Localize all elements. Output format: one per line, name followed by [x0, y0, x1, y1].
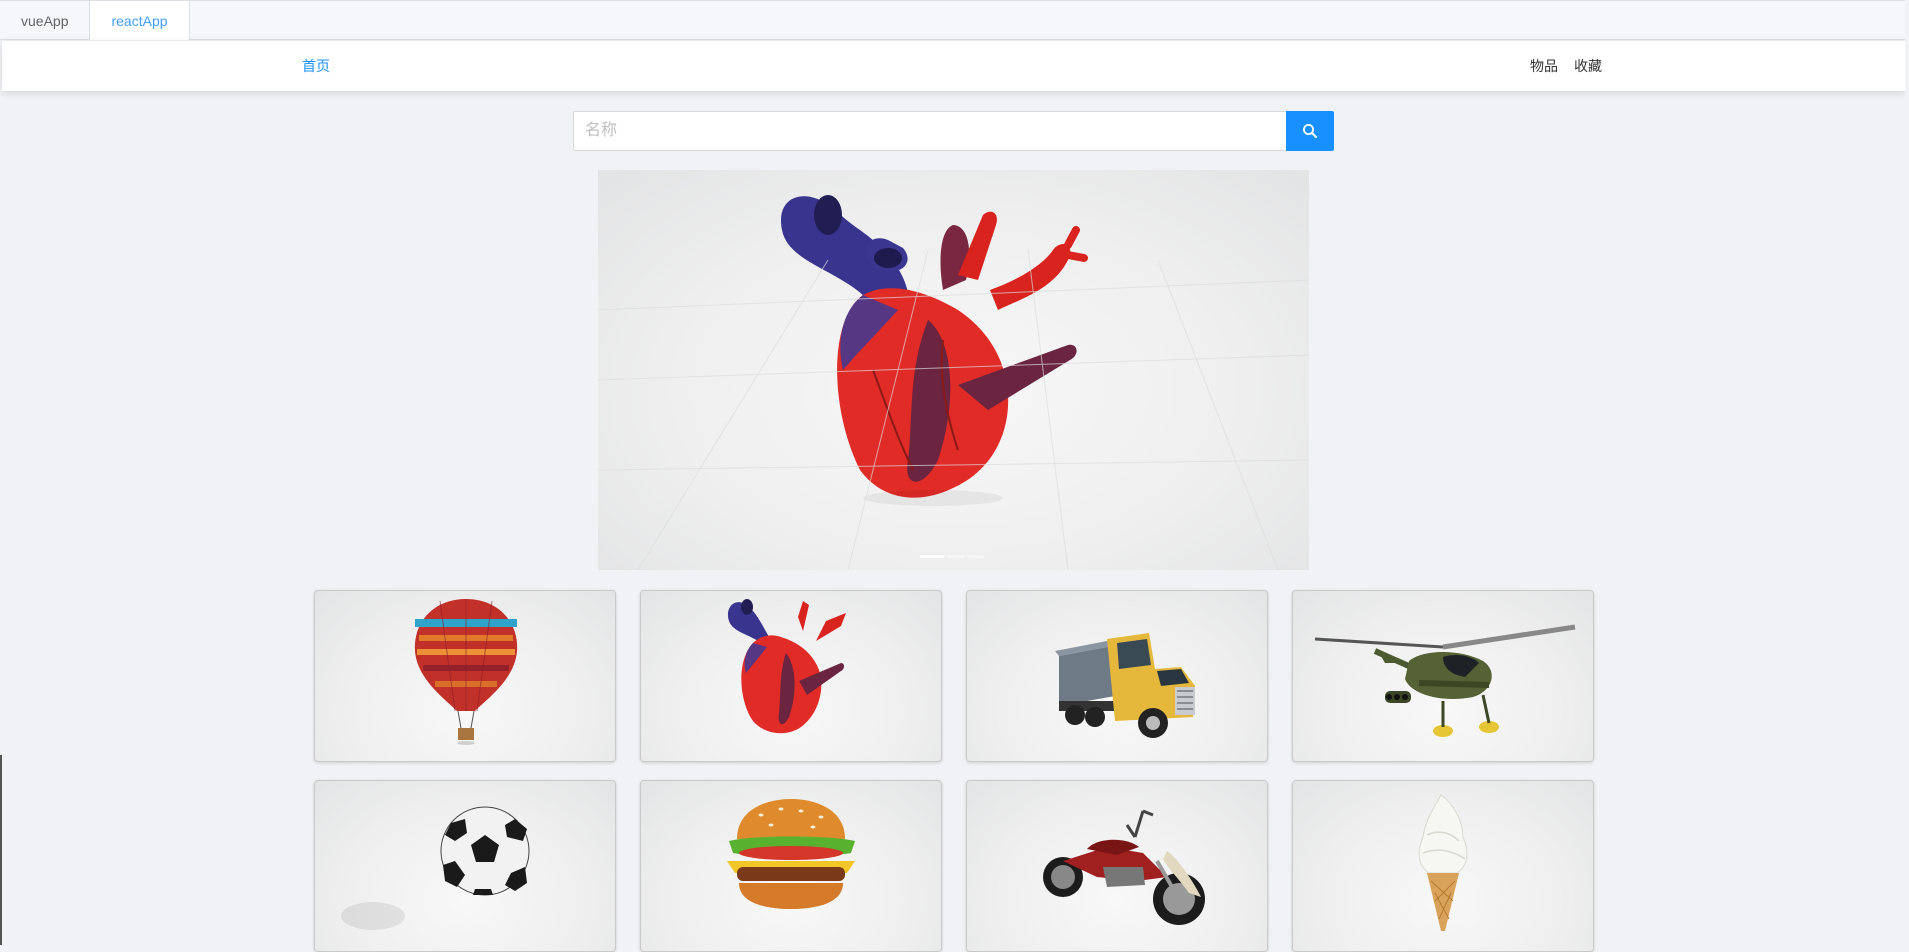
hamburger-image: [727, 799, 855, 909]
page-scrollbar[interactable]: [1905, 0, 1909, 945]
nav-items-link[interactable]: 物品: [1530, 56, 1558, 76]
dump-truck-image: [1055, 633, 1195, 738]
nav-favorites-link[interactable]: 收藏: [1574, 56, 1602, 76]
search-input[interactable]: [573, 111, 1286, 151]
nav-right-menu: 物品 收藏: [1530, 56, 1602, 76]
model-card-hamburger[interactable]: [640, 780, 942, 952]
search-button[interactable]: [1286, 111, 1334, 151]
model-card-dump-truck[interactable]: [966, 590, 1268, 762]
carousel-dots: [920, 555, 984, 558]
model-card-soccer-ball[interactable]: [314, 780, 616, 952]
model-carousel[interactable]: [598, 170, 1309, 570]
hot-air-balloon-image: [414, 599, 518, 745]
search-icon: [1303, 124, 1317, 138]
tab-vueapp[interactable]: vueApp: [0, 1, 91, 40]
helicopter-image: [1314, 624, 1576, 737]
soccer-ball-image: [341, 806, 530, 930]
left-edge-scroll-indicator: [0, 755, 2, 945]
tab-reactapp[interactable]: reactApp: [90, 1, 190, 40]
carousel-dot[interactable]: [948, 555, 964, 558]
model-card-motorcycle[interactable]: [966, 780, 1268, 952]
carousel-dot[interactable]: [968, 555, 984, 558]
app-tab-bar: vueApp reactApp: [0, 0, 1909, 40]
floor-grid: [598, 249, 1309, 570]
heart-image: [727, 599, 846, 734]
nav-home-link[interactable]: 首页: [302, 56, 330, 76]
carousel-dot[interactable]: [920, 555, 944, 558]
ice-cream-cone-image: [1418, 794, 1468, 931]
model-card-ice-cream-cone[interactable]: [1292, 780, 1594, 952]
model-card-heart[interactable]: [640, 590, 942, 762]
motorcycle-image: [1043, 809, 1205, 925]
model-card-hot-air-balloon[interactable]: [314, 590, 616, 762]
search-bar: [573, 111, 1334, 151]
top-nav: 首页 物品 收藏: [2, 41, 1907, 91]
model-card-helicopter[interactable]: [1292, 590, 1594, 762]
